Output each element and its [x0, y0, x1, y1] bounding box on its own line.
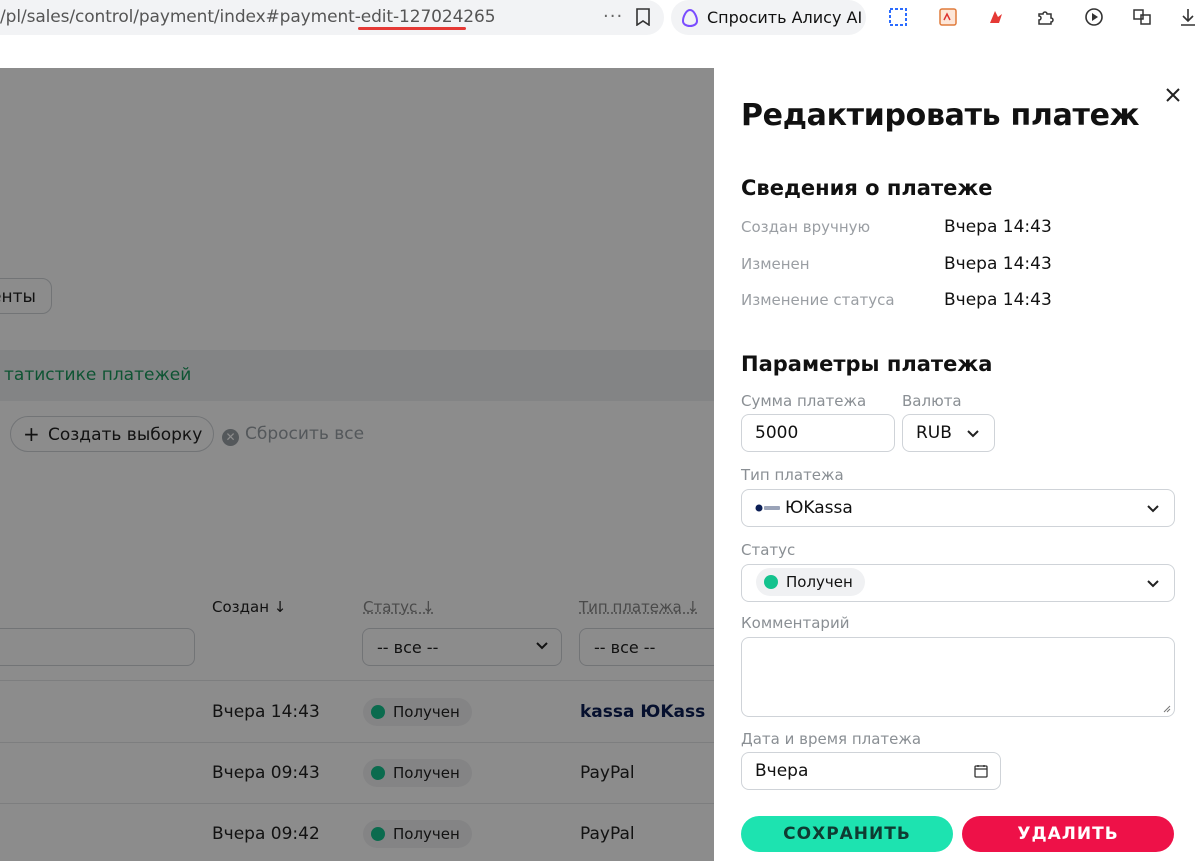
more-icon[interactable]: ··· [603, 6, 623, 27]
status-label: Статус [741, 541, 796, 559]
alice-icon [681, 8, 699, 28]
save-button[interactable]: СОХРАНИТЬ [741, 816, 953, 852]
ask-alice-label: Спросить Алису AI [707, 8, 863, 27]
translate-icon[interactable] [1130, 5, 1154, 29]
currency-select[interactable]: RUB [902, 414, 995, 452]
calendar-icon[interactable] [974, 764, 988, 778]
info-label: Изменение статуса [741, 291, 895, 309]
url-text: /pl/sales/control/payment/index#payment-… [0, 7, 496, 27]
info-value: Вчера 14:43 [944, 290, 1052, 310]
status-select[interactable]: Получен [741, 564, 1175, 602]
delete-button[interactable]: УДАЛИТЬ [962, 816, 1174, 852]
pdf-icon[interactable] [936, 5, 960, 29]
close-icon[interactable] [1162, 84, 1184, 106]
puzzle-icon[interactable] [1034, 5, 1058, 29]
ask-alice-button[interactable]: Спросить Алису AI [671, 0, 866, 35]
browser-toolbar: /pl/sales/control/payment/index#payment-… [0, 0, 1200, 68]
datetime-input[interactable]: Вчера [741, 752, 1001, 790]
payment-type-select[interactable]: ЮKassa [741, 489, 1175, 527]
chevron-down-icon [1147, 580, 1159, 588]
comment-label: Комментарий [741, 614, 850, 632]
media-icon[interactable] [1082, 5, 1106, 29]
info-label: Создан вручную [741, 218, 871, 236]
info-label: Изменен [741, 255, 810, 273]
info-value: Вчера 14:43 [944, 217, 1052, 237]
payment-type-label: Тип платежа [741, 466, 844, 484]
paint-icon[interactable] [984, 5, 1008, 29]
status-badge: Получен [756, 568, 865, 596]
bookmark-icon[interactable] [636, 8, 650, 26]
modal-backdrop[interactable] [0, 68, 714, 861]
chevron-down-icon [1147, 505, 1159, 513]
yookassa-logo-icon [755, 504, 780, 512]
comment-textarea[interactable] [741, 637, 1175, 717]
currency-label: Валюта [902, 392, 962, 410]
download-icon[interactable] [1176, 5, 1200, 29]
status-dot [764, 575, 778, 589]
params-section-title: Параметры платежа [741, 352, 993, 376]
address-bar[interactable]: /pl/sales/control/payment/index#payment-… [0, 0, 664, 35]
amount-label: Сумма платежа [741, 392, 867, 410]
url-highlight-underline [358, 27, 466, 30]
datetime-label: Дата и время платежа [741, 730, 922, 748]
resize-handle-icon[interactable] [1163, 705, 1171, 713]
chevron-down-icon [967, 430, 979, 438]
info-section-title: Сведения о платеже [741, 176, 993, 200]
screenshot-icon[interactable] [886, 5, 910, 29]
drawer-title: Редактировать платеж [741, 98, 1140, 133]
edit-payment-drawer: Редактировать платеж Сведения о платеже … [714, 68, 1200, 861]
info-value: Вчера 14:43 [944, 254, 1052, 274]
amount-input[interactable]: 5000 [741, 414, 895, 452]
